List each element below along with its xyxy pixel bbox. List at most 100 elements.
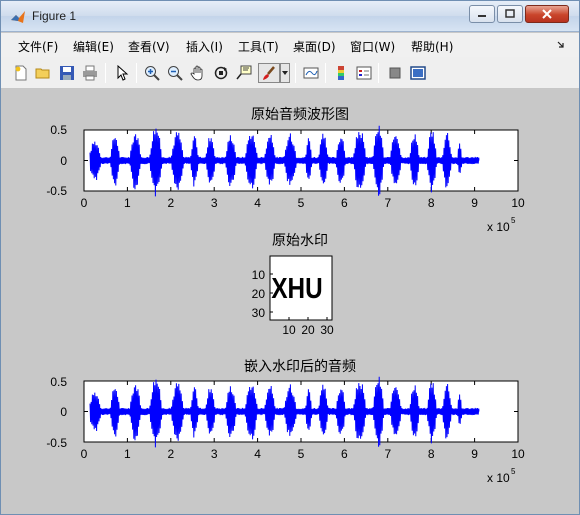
xtick-label: 1: [124, 447, 131, 461]
save-icon: [60, 66, 74, 80]
menu-desktop[interactable]: 桌面(D): [293, 38, 336, 55]
matlab-icon: [11, 11, 25, 23]
ytick-label: -0.5: [46, 436, 67, 450]
brush-dropdown[interactable]: [280, 63, 290, 83]
save-button[interactable]: [57, 63, 77, 83]
legend-icon: [356, 66, 372, 80]
minimize-icon: [478, 15, 486, 17]
xtick-label: 8: [428, 196, 435, 210]
print-button[interactable]: [80, 63, 100, 83]
chevron-down-icon: [282, 71, 288, 75]
maximize-icon: [505, 9, 515, 18]
xtick-label: 0: [81, 196, 88, 210]
plot-title: 原始音频波形图: [251, 106, 349, 122]
rotate-icon: [214, 66, 228, 80]
xtick-label: 4: [254, 447, 261, 461]
xtick-label: 9: [471, 196, 478, 210]
xtick-label: 4: [254, 196, 261, 210]
maximize-button[interactable]: [497, 5, 523, 23]
open-file-button[interactable]: [33, 63, 53, 83]
minimize-button[interactable]: [469, 5, 495, 23]
xtick-label: 20: [301, 323, 315, 337]
xtick-label: 10: [282, 323, 296, 337]
xtick-label: 7: [384, 196, 391, 210]
xtick-label: 2: [167, 447, 174, 461]
menu-help[interactable]: 帮助(H): [411, 38, 453, 55]
xtick-label: 8: [428, 447, 435, 461]
close-icon: [542, 9, 552, 19]
hide-plot-tools-icon: [389, 67, 401, 79]
figure-canvas: 原始音频波形图 0.5 0 -0.5 0 1 2 3 4 5 6 7 8 9 10 x 10 5 原…: [10, 90, 572, 508]
xtick-label: 2: [167, 196, 174, 210]
dock-arrow-icon[interactable]: [557, 41, 565, 49]
window-title: Figure 1: [32, 9, 77, 23]
xtick-labels: 0 1 2 3 4 5 6 7 8 9 10: [81, 447, 525, 461]
menu-file[interactable]: 文件(F): [18, 38, 58, 55]
hide-plot-tools-button[interactable]: [385, 63, 405, 83]
xtick-label: 30: [320, 323, 334, 337]
pan-button[interactable]: [188, 63, 208, 83]
watermark-image-text: XHU: [271, 272, 322, 304]
xtick-label: 5: [298, 447, 305, 461]
plots-svg: 原始音频波形图 0.5 0 -0.5 0 1 2 3 4 5 6 7 8 9 10 x 10 5 原…: [46, 106, 525, 485]
plot-title: 原始水印: [272, 232, 328, 248]
ytick-label: 0: [60, 405, 67, 419]
menu-window[interactable]: 窗口(W): [350, 38, 395, 55]
toolbar-separator: [136, 63, 137, 83]
folder-open-icon: [35, 68, 50, 79]
colorbar-icon: [338, 66, 344, 80]
hand-icon: [190, 65, 203, 81]
zoom-out-icon: [168, 66, 183, 81]
pointer-button[interactable]: [112, 63, 132, 83]
close-button[interactable]: [525, 5, 569, 23]
show-plot-tools-button[interactable]: [408, 63, 428, 83]
xtick-label: 3: [211, 196, 218, 210]
xtick-label: 1: [124, 196, 131, 210]
data-cursor-button[interactable]: [234, 63, 254, 83]
ytick-label: 0.5: [50, 375, 67, 389]
xtick-label: 6: [341, 196, 348, 210]
zoom-out-button[interactable]: [165, 63, 185, 83]
ytick-label: 0: [60, 154, 67, 168]
menu-bar: 文件(F) 编辑(E) 查看(V) 插入(I) 工具(T) 桌面(D) 窗口(W…: [1, 33, 579, 57]
insert-colorbar-button[interactable]: [331, 63, 351, 83]
x-exponent-power: 5: [511, 467, 516, 476]
toolbar-separator: [378, 63, 379, 83]
title-bar[interactable]: Figure 1: [1, 1, 579, 32]
toolbar-separator: [105, 63, 106, 83]
xtick-label: 3: [211, 447, 218, 461]
data-cursor-icon: [236, 65, 252, 80]
link-plot-button[interactable]: [301, 63, 321, 83]
ytick-label: 0.5: [50, 123, 67, 137]
new-figure-button[interactable]: [11, 63, 31, 83]
ytick-label: -0.5: [46, 184, 67, 198]
zoom-in-button[interactable]: [142, 63, 162, 83]
zoom-in-icon: [145, 66, 160, 81]
ytick-label: 10: [252, 268, 266, 282]
insert-legend-button[interactable]: [354, 63, 374, 83]
x-exponent-base: x 10: [487, 471, 510, 485]
x-exponent-base: x 10: [487, 220, 510, 234]
menu-tools[interactable]: 工具(T): [238, 38, 279, 55]
toolbar-separator: [325, 63, 326, 83]
link-plot-icon: [303, 67, 319, 79]
brush-button[interactable]: [258, 63, 280, 83]
xtick-label: 7: [384, 447, 391, 461]
printer-icon: [83, 65, 97, 81]
ytick-label: 20: [252, 287, 266, 301]
xtick-label: 6: [341, 447, 348, 461]
xtick-label: 10: [511, 196, 525, 210]
xtick-label: 0: [81, 447, 88, 461]
xtick-label: 5: [298, 196, 305, 210]
menu-insert[interactable]: 插入(I): [186, 38, 223, 55]
show-plot-tools-icon: [410, 66, 426, 80]
arrow-pointer-icon: [117, 65, 129, 81]
rotate-3d-button[interactable]: [211, 63, 231, 83]
figure-toolbar: [1, 57, 579, 89]
menu-edit[interactable]: 编辑(E): [73, 38, 114, 55]
brush-icon: [263, 66, 275, 80]
xtick-label: 10: [511, 447, 525, 461]
plot-title: 嵌入水印后的音频: [244, 358, 356, 374]
x-exponent-power: 5: [511, 216, 516, 225]
menu-view[interactable]: 查看(V): [128, 38, 170, 55]
